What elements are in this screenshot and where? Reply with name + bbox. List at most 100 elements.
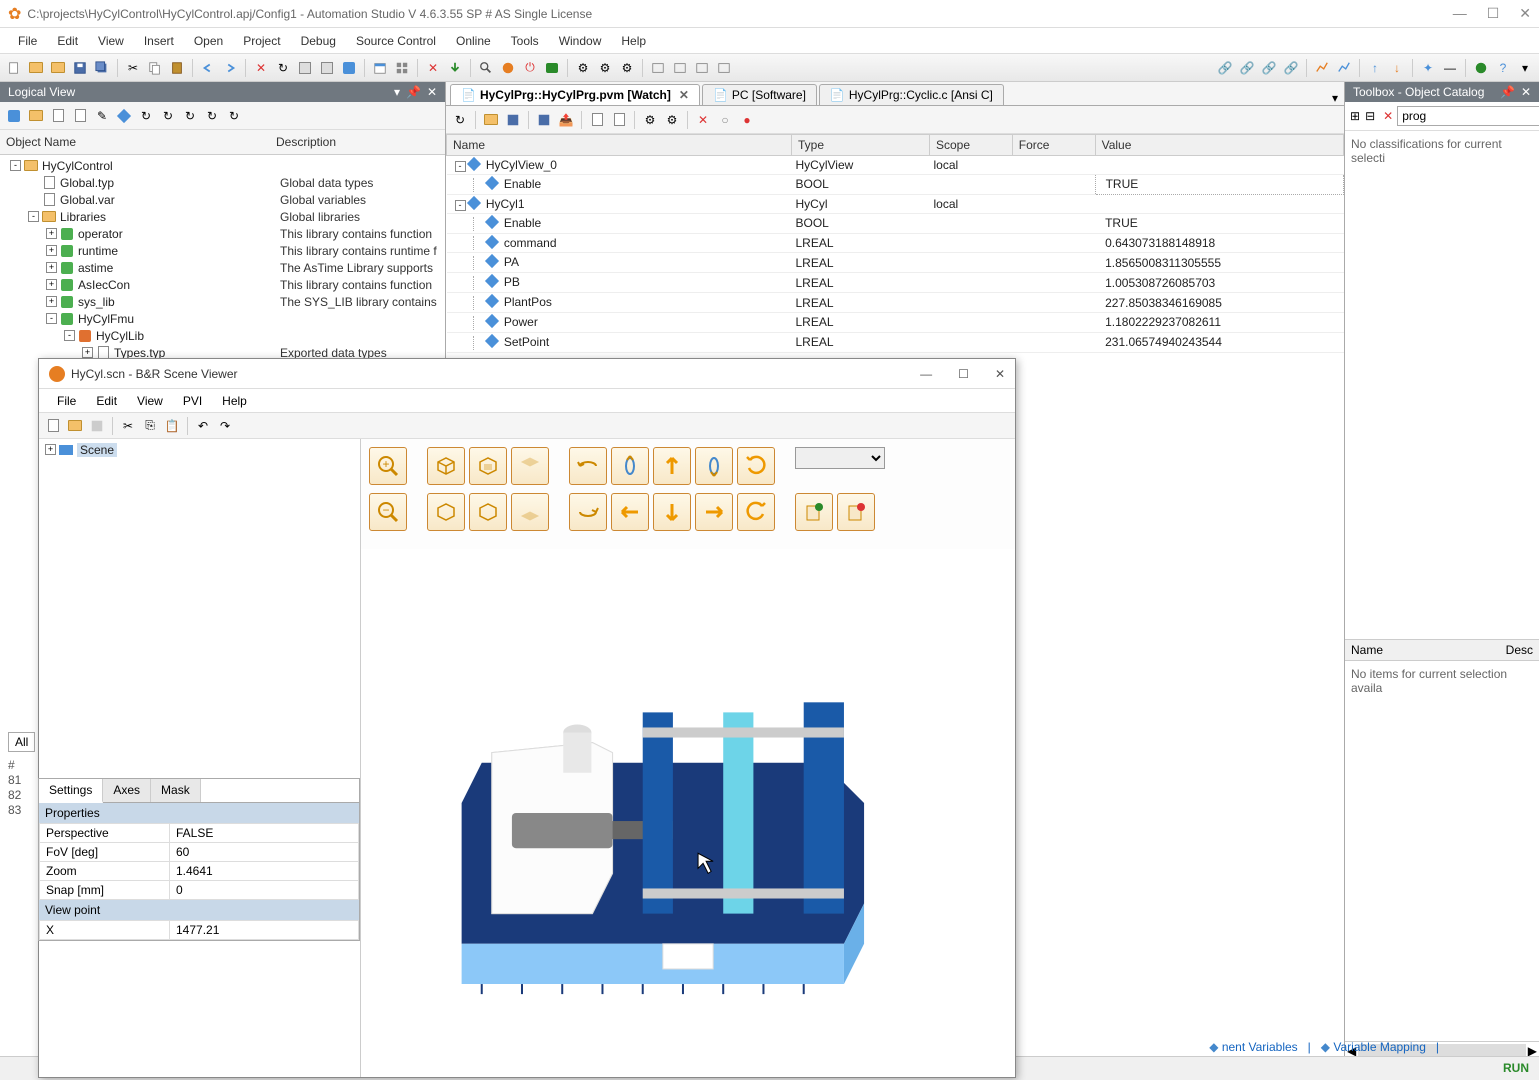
nav-icon[interactable]: ✦ xyxy=(1418,58,1438,78)
toolbox-icon[interactable]: ⊟ xyxy=(1364,106,1376,126)
watch-row[interactable]: EnableBOOLTRUE xyxy=(447,213,1344,233)
tb-icon[interactable]: ↻ xyxy=(180,106,200,126)
menu-project[interactable]: Project xyxy=(233,31,290,51)
pan-up-icon[interactable] xyxy=(653,447,691,485)
dropdown-icon[interactable]: ▾ xyxy=(1515,58,1535,78)
scene-viewer-window[interactable]: HyCyl.scn - B&R Scene Viewer — ☐ ✕ FileE… xyxy=(38,358,1016,1078)
pan-right-icon[interactable] xyxy=(695,493,733,531)
link-variable-mapping[interactable]: ◆ Variable Mapping xyxy=(1321,1040,1426,1054)
tree-expander[interactable]: - xyxy=(46,313,57,324)
view-bottom-icon[interactable] xyxy=(511,493,549,531)
tree-row[interactable]: +operatorThis library contains function xyxy=(0,225,445,242)
tb-icon[interactable]: ↻ xyxy=(224,106,244,126)
watch-saveas-icon[interactable] xyxy=(534,110,554,130)
view-side-icon[interactable] xyxy=(469,493,507,531)
watch-export-icon[interactable]: 📤 xyxy=(556,110,576,130)
scene-menu-pvi[interactable]: PVI xyxy=(173,392,212,410)
watch-table[interactable]: NameTypeScopeForceValue - HyCylView_0HyC… xyxy=(446,134,1344,353)
paste-icon[interactable] xyxy=(167,58,187,78)
zoom-icon[interactable] xyxy=(476,58,496,78)
menu-help[interactable]: Help xyxy=(611,31,656,51)
zoom-out-icon[interactable]: − xyxy=(369,493,407,531)
download-icon[interactable] xyxy=(445,58,465,78)
help-icon[interactable]: ? xyxy=(1493,58,1513,78)
watch-refresh-icon[interactable]: ↻ xyxy=(450,110,470,130)
scene-menu-file[interactable]: File xyxy=(47,392,86,410)
menu-window[interactable]: Window xyxy=(549,31,612,51)
tab-mask[interactable]: Mask xyxy=(151,779,201,802)
view-iso2-icon[interactable] xyxy=(427,493,465,531)
window2-icon[interactable] xyxy=(670,58,690,78)
copy-icon[interactable] xyxy=(145,58,165,78)
chart2-icon[interactable] xyxy=(1334,58,1354,78)
view-front-icon[interactable] xyxy=(469,447,507,485)
watch-save-icon[interactable] xyxy=(503,110,523,130)
up-arrow-icon[interactable]: ↑ xyxy=(1365,58,1385,78)
tree-expander[interactable]: - xyxy=(64,330,75,341)
scene-open-icon[interactable] xyxy=(65,416,85,436)
prop-value[interactable]: 60 xyxy=(170,843,359,862)
down-arrow-icon[interactable]: ↓ xyxy=(1387,58,1407,78)
transfer-icon[interactable] xyxy=(339,58,359,78)
panel-dropdown-icon[interactable]: ▾ xyxy=(394,85,400,99)
tb-icon[interactable] xyxy=(26,106,46,126)
watch-gear2-icon[interactable]: ⚙ xyxy=(662,110,682,130)
prop-value[interactable]: 0 xyxy=(170,881,359,900)
window3-icon[interactable] xyxy=(692,58,712,78)
close-button[interactable]: ✕ xyxy=(1519,5,1531,22)
scene-undo-icon[interactable]: ↶ xyxy=(193,416,213,436)
tree-row[interactable]: -HyCylLib xyxy=(0,327,445,344)
watch-row[interactable]: PowerLREAL1.1802229237082611 xyxy=(447,312,1344,332)
window4-icon[interactable] xyxy=(714,58,734,78)
tree-row[interactable]: +astimeThe AsTime Library supports xyxy=(0,259,445,276)
minimize-button[interactable]: — xyxy=(1453,5,1467,22)
link-icon[interactable]: 🔗 xyxy=(1215,58,1235,78)
link2-icon[interactable]: 🔗 xyxy=(1237,58,1257,78)
scene-redo-icon[interactable]: ↷ xyxy=(215,416,235,436)
tb-icon[interactable] xyxy=(114,106,134,126)
watch-col-value[interactable]: Value xyxy=(1095,135,1343,156)
tb-icon[interactable] xyxy=(48,106,68,126)
col-name[interactable]: Object Name xyxy=(0,133,270,151)
watch-gear-icon[interactable]: ⚙ xyxy=(640,110,660,130)
tree-expander[interactable]: + xyxy=(82,347,93,358)
watch-row[interactable]: - HyCylView_0HyCylViewlocal xyxy=(447,156,1344,175)
power-icon[interactable]: ⏻ xyxy=(520,58,540,78)
zoom-in-icon[interactable]: + xyxy=(369,447,407,485)
menu-debug[interactable]: Debug xyxy=(291,31,346,51)
save-view-icon[interactable] xyxy=(795,493,833,531)
menu-source-control[interactable]: Source Control xyxy=(346,31,446,51)
world-icon[interactable] xyxy=(1471,58,1491,78)
tab-axes[interactable]: Axes xyxy=(103,779,151,802)
save-icon[interactable] xyxy=(70,58,90,78)
scene-root-label[interactable]: Scene xyxy=(77,443,117,457)
menu-view[interactable]: View xyxy=(88,31,134,51)
scene-3d-viewport[interactable]: + − xyxy=(361,439,1015,1077)
tab-hycylprg-cyclic-c-ansi-c-[interactable]: 📄HyCylPrg::Cyclic.c [Ansi C] xyxy=(819,84,1004,105)
stop-icon[interactable]: ✕ xyxy=(423,58,443,78)
rotate-right-icon[interactable] xyxy=(569,493,607,531)
watch-row[interactable]: commandLREAL0.643073188148918 xyxy=(447,233,1344,253)
toolbox-search-input[interactable] xyxy=(1397,106,1539,126)
tb-icon[interactable] xyxy=(4,106,24,126)
redo-icon[interactable] xyxy=(220,58,240,78)
tree-expander[interactable]: - xyxy=(10,160,21,171)
search-cancel-icon[interactable]: ✕ xyxy=(1382,106,1394,126)
rotate-cw-icon[interactable] xyxy=(695,447,733,485)
undo-icon[interactable] xyxy=(198,58,218,78)
tree-expander[interactable]: + xyxy=(46,296,57,307)
tb-icon[interactable]: ↻ xyxy=(136,106,156,126)
watch-add-icon[interactable] xyxy=(587,110,607,130)
pan-down-icon[interactable] xyxy=(653,493,691,531)
view-iso-icon[interactable] xyxy=(427,447,465,485)
pan-left-icon[interactable] xyxy=(611,493,649,531)
tree-row[interactable]: +sys_libThe SYS_LIB library contains xyxy=(0,293,445,310)
tree-expander[interactable]: + xyxy=(46,279,57,290)
tb-icon[interactable]: ↻ xyxy=(202,106,222,126)
save-all-icon[interactable] xyxy=(92,58,112,78)
refresh-icon[interactable]: ↻ xyxy=(273,58,293,78)
chart-icon[interactable] xyxy=(1312,58,1332,78)
open-icon[interactable] xyxy=(26,58,46,78)
tb-icon[interactable]: ✎ xyxy=(92,106,112,126)
watch-expander[interactable]: - xyxy=(455,200,466,211)
